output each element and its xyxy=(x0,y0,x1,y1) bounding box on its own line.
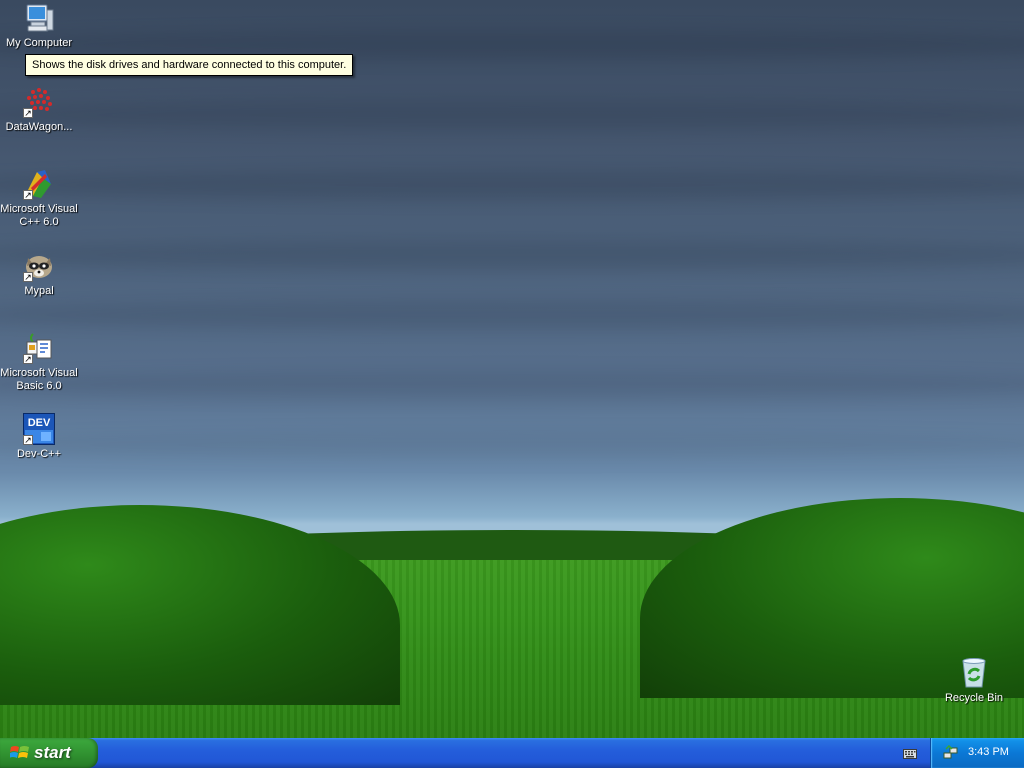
desktop-icon-label: Microsoft Visual Basic 6.0 xyxy=(0,367,78,392)
shortcut-arrow-icon: ↗ xyxy=(23,354,33,364)
start-button[interactable]: start xyxy=(0,738,98,768)
system-tray: 3:43 PM xyxy=(930,738,1024,768)
network-status-icon[interactable] xyxy=(943,745,959,761)
desktop-icon-mypal[interactable]: ↗ Mypal xyxy=(0,250,78,298)
desktop-icon-dev-cpp[interactable]: DEV ↗ Dev-C++ xyxy=(0,413,78,461)
desktop-icon-label: Mypal xyxy=(24,285,54,297)
desktop-icon-label: My Computer xyxy=(5,37,73,49)
clock[interactable]: 3:43 PM xyxy=(968,746,1009,758)
desktop[interactable]: My Computer ↗ DataWagon... ↗ Microsoft V… xyxy=(0,0,1024,738)
desktop-icon-visual-basic[interactable]: ↗ Microsoft Visual Basic 6.0 xyxy=(0,332,78,393)
windows-logo-icon xyxy=(10,746,29,758)
desktop-icon-recycle-bin[interactable]: Recycle Bin xyxy=(935,657,1013,705)
taskbar[interactable]: start 3:43 PM xyxy=(0,738,1024,768)
datawagon-icon: ↗ xyxy=(23,86,55,118)
desktop-icon-datawagon[interactable]: ↗ DataWagon... xyxy=(0,86,78,134)
sky-streak xyxy=(0,300,1024,330)
mypal-icon: ↗ xyxy=(23,250,55,282)
shortcut-arrow-icon: ↗ xyxy=(23,108,33,118)
desktop-icon-visual-cpp[interactable]: ↗ Microsoft Visual C++ 6.0 xyxy=(0,168,78,229)
start-label: start xyxy=(34,743,71,762)
dev-badge-text: DEV xyxy=(28,417,51,429)
sky-streak xyxy=(0,100,1024,130)
desktop-icon-label: DataWagon... xyxy=(5,121,73,133)
desktop-icon-label: Recycle Bin xyxy=(944,692,1004,704)
sky-streak xyxy=(0,170,1024,200)
shortcut-arrow-icon: ↗ xyxy=(23,435,33,445)
recycle-bin-icon xyxy=(958,657,990,689)
computer-icon xyxy=(23,2,55,34)
desktop-icon-my-computer[interactable]: My Computer xyxy=(0,2,78,50)
visual-basic-icon: ↗ xyxy=(23,332,55,364)
keyboard-icon[interactable] xyxy=(903,747,917,759)
dev-cpp-icon: DEV ↗ xyxy=(23,413,55,445)
sky-streak xyxy=(0,430,1024,460)
shortcut-arrow-icon: ↗ xyxy=(23,272,33,282)
desktop-icon-label: Dev-C++ xyxy=(16,448,62,460)
desktop-icon-label: Microsoft Visual C++ 6.0 xyxy=(0,203,78,228)
visual-cpp-icon: ↗ xyxy=(23,168,55,200)
shortcut-arrow-icon: ↗ xyxy=(23,190,33,200)
sky-streak xyxy=(0,370,1024,400)
sky-streak xyxy=(0,240,1024,270)
tooltip: Shows the disk drives and hardware conne… xyxy=(25,54,354,76)
